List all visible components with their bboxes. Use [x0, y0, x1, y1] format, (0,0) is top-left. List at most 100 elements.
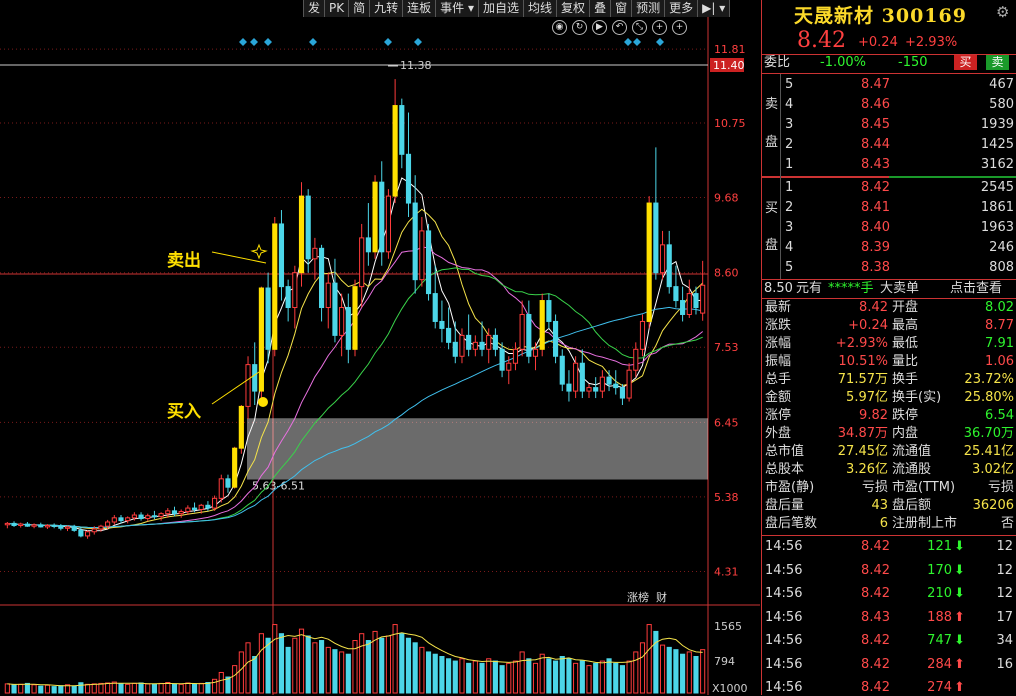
volume-bar — [579, 660, 585, 694]
tick-volume: 188 — [927, 609, 952, 625]
toolbar-item[interactable]: 简 — [349, 0, 371, 17]
candle-body — [365, 237, 371, 253]
volume-bar — [479, 662, 485, 694]
bid-volume: 1963 — [980, 220, 1014, 235]
candle-body — [666, 244, 672, 288]
candle-body — [499, 348, 505, 371]
stock-title: 天晟新材 300169 — [794, 1, 967, 28]
candle-body — [359, 237, 365, 288]
candle-body — [379, 181, 385, 253]
stat-label: 总手 — [765, 372, 792, 387]
tick-price: 8.42 — [861, 586, 890, 601]
toolbar-item[interactable]: 加自选 — [479, 0, 525, 17]
volume-bar — [198, 682, 204, 694]
event-diamond-icon[interactable] — [624, 38, 632, 46]
candle-body — [419, 230, 425, 281]
candle-body — [506, 362, 512, 371]
toolbar-item[interactable]: 连板 — [403, 0, 437, 17]
toolbar-item[interactable]: 复权 — [557, 0, 591, 17]
refresh-icon[interactable]: ↻ — [572, 20, 587, 35]
event-diamond-icon[interactable] — [656, 38, 664, 46]
volume-bar — [405, 637, 412, 694]
volume-bar — [292, 637, 298, 694]
eye-icon[interactable]: ◉ — [552, 20, 567, 35]
plus-icon[interactable]: + — [652, 20, 667, 35]
toolbar-item[interactable]: 预测 — [632, 0, 666, 17]
tick-price: 8.42 — [861, 562, 890, 578]
event-diamond-icon[interactable] — [309, 38, 317, 46]
shrink-icon[interactable]: ⤡ — [632, 20, 647, 35]
finance-tag[interactable]: 财 — [656, 590, 667, 604]
last-price: 8.42 — [797, 28, 846, 53]
toolbar-item[interactable]: 窗 — [611, 0, 633, 17]
candle-body — [573, 362, 579, 392]
candle-body — [680, 300, 686, 315]
toolbar-item[interactable]: 叠 — [590, 0, 612, 17]
toolbar-item[interactable]: 事件 ▾ — [436, 0, 480, 17]
volume-bar — [619, 665, 626, 694]
event-diamond-icon[interactable] — [264, 38, 272, 46]
candle-body — [245, 364, 251, 407]
tick-price: 8.42 — [861, 680, 890, 695]
stat-label: 最新 — [765, 300, 792, 315]
stat-value: 7.91 — [985, 336, 1014, 351]
toolbar-item[interactable]: PK — [325, 0, 350, 17]
toolbar-item[interactable]: 均线 — [524, 0, 558, 17]
undo-icon[interactable]: ↶ — [612, 20, 627, 35]
event-diamond-icon[interactable] — [250, 38, 258, 46]
candle-body — [466, 334, 472, 350]
candle-body — [472, 341, 478, 350]
candle-body — [532, 348, 539, 357]
sell-order-button[interactable]: 买 — [954, 55, 977, 70]
plus-icon[interactable]: + — [672, 20, 687, 35]
candle-body — [151, 515, 158, 518]
candle-body — [64, 526, 71, 529]
candle-body — [446, 327, 452, 343]
ask-level: 5 — [785, 77, 794, 92]
toolbar-item[interactable]: 九转 — [370, 0, 404, 17]
candle-body — [399, 105, 405, 155]
candle-body — [599, 376, 605, 392]
toolbar-expand-button[interactable]: ▶| ▾ — [698, 0, 731, 17]
toolbar-item[interactable]: 发 — [304, 0, 326, 17]
stat-value: 9.82 — [859, 408, 888, 423]
arrow-up-icon: ⬆ — [954, 656, 965, 672]
rank-tag[interactable]: 涨榜 — [627, 590, 649, 604]
candle-body — [265, 287, 271, 350]
volume-bar — [18, 683, 24, 694]
volume-bar — [171, 683, 178, 694]
stat-label: 最高 — [892, 318, 919, 333]
volume-bar — [593, 662, 599, 694]
play-icon[interactable]: ▶ — [592, 20, 607, 35]
candle-body — [111, 517, 117, 523]
stats-divider — [761, 298, 1016, 299]
y-tick-label: 8.60 — [714, 267, 739, 280]
event-diamond-icon[interactable] — [633, 38, 641, 46]
volume-bar — [131, 682, 137, 694]
candle-body — [332, 282, 338, 336]
bid-price: 8.42 — [861, 180, 890, 195]
volume-bar — [212, 678, 218, 694]
buy-order-button[interactable]: 卖 — [986, 55, 1009, 70]
toolbar-item[interactable]: 更多 — [665, 0, 699, 17]
volume-bar — [486, 658, 492, 694]
candle-body — [91, 528, 97, 533]
candle-body — [439, 320, 445, 329]
event-diamond-icon[interactable] — [239, 38, 247, 46]
tick-time: 14:56 — [765, 633, 803, 648]
arrow-down-icon: ⬇ — [954, 586, 965, 601]
stat-value: 25.80% — [964, 390, 1014, 405]
candle-body — [198, 504, 204, 510]
candle-body — [238, 405, 244, 449]
zone-label: 5.63-6.51 — [252, 480, 305, 493]
candle-body — [38, 524, 44, 528]
event-diamond-icon[interactable] — [384, 38, 392, 46]
volume-bar — [51, 686, 57, 694]
kline-chart[interactable]: 5.63-6.51 11.81 10.75 9.68 8.60 7.53 6.45 5.38… — [0, 0, 760, 695]
volume-bar — [653, 630, 659, 694]
gear-icon[interactable]: ⚙ — [996, 3, 1009, 21]
stock-name: 天晟新材 — [794, 5, 875, 27]
event-diamond-icon[interactable] — [414, 38, 422, 46]
stat-label: 市盈(静) — [765, 480, 815, 495]
bigorder-view-link[interactable]: 点击查看 — [950, 281, 1002, 297]
